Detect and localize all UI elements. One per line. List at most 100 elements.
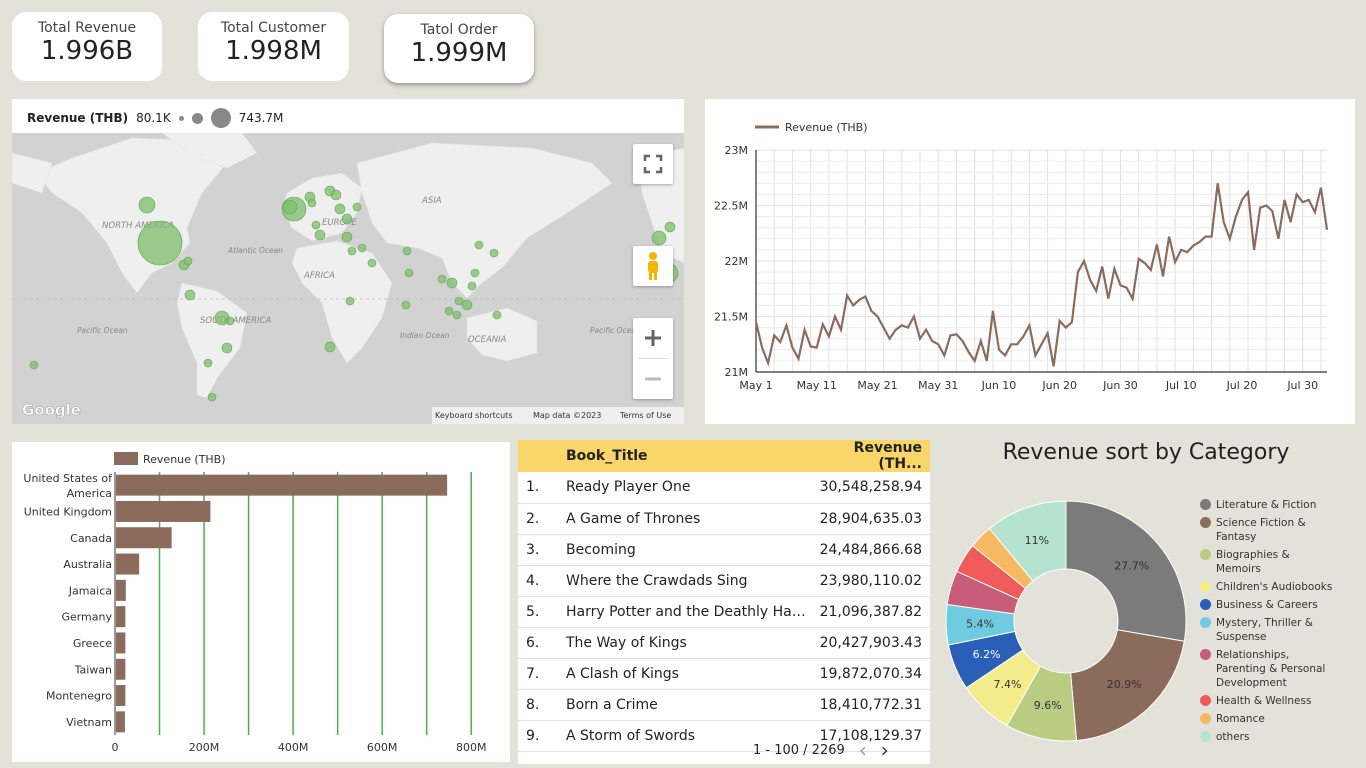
row-index: 4.	[518, 565, 566, 597]
next-page-icon[interactable]: ›	[881, 738, 889, 762]
bar	[116, 632, 126, 654]
keyboard-shortcuts-link: Keyboard shortcuts	[435, 411, 512, 420]
map-bubble	[470, 268, 480, 278]
table-row[interactable]: 3. Becoming 24,484,866.68	[518, 534, 930, 566]
kpi-total-order[interactable]: Tatol Order 1.999M	[384, 14, 534, 83]
book-title-cell: Harry Potter and the Deathly Hallo...	[566, 596, 806, 628]
table-row[interactable]: 8. Born a Crime 18,410,772.31	[518, 689, 930, 721]
donut-legend-item[interactable]: Biographies & Memoirs	[1200, 548, 1340, 576]
map-bubble	[225, 316, 235, 326]
legend-label: Relationships, Parenting & Personal Develo…	[1216, 649, 1326, 689]
donut-slice-label: 11%	[1025, 534, 1049, 547]
legend-swatch	[1200, 549, 1211, 560]
label-indian: Indian Ocean	[400, 331, 450, 340]
map-bubble	[404, 268, 414, 278]
map-bubble	[307, 198, 317, 208]
map-bubble	[367, 258, 377, 268]
table-row[interactable]: 6. The Way of Kings 20,427,903.43	[518, 627, 930, 659]
bar	[116, 685, 126, 707]
table-row[interactable]: 1. Ready Player One 30,548,258.94	[518, 472, 930, 504]
zoom-in-button[interactable]	[633, 318, 673, 358]
donut-legend-item[interactable]: Children's Audiobooks	[1200, 580, 1340, 594]
map-bubble	[446, 277, 458, 289]
revenue-line-chart-card: Revenue (THB) 23M 22.5M 22M 21.5M 21M May 1 M…	[705, 99, 1355, 424]
legend-label: Romance	[1216, 713, 1265, 725]
table-row[interactable]: 2. A Game of Thrones 28,904,635.03	[518, 503, 930, 535]
kpi-label: Tatol Order	[420, 22, 498, 38]
donut-legend-item[interactable]: Science Fiction & Fantasy	[1200, 516, 1340, 544]
fullscreen-button[interactable]	[633, 144, 673, 184]
table-row[interactable]: 4. Where the Crawdads Sing 23,980,110.02	[518, 565, 930, 597]
map-bubble	[341, 231, 353, 243]
legend-label: Health & Wellness	[1216, 695, 1312, 707]
bar	[116, 474, 448, 496]
donut-legend-item[interactable]: others	[1200, 730, 1340, 744]
header-revenue[interactable]: Revenue (TH...	[806, 440, 930, 472]
map-bubble	[651, 230, 667, 246]
legend-swatch	[1200, 517, 1211, 528]
legend-swatch	[1200, 713, 1211, 724]
legend-swatch	[1200, 581, 1211, 592]
world-map[interactable]: NORTH AMERICA EUROPE ASIA AFRICA SOUTH A…	[12, 133, 684, 424]
table-row[interactable]: 7. A Clash of Kings 19,872,070.34	[518, 658, 930, 690]
legend-dot-large	[210, 108, 231, 128]
bar-category-label: Australia	[63, 558, 112, 571]
header-book-title[interactable]: Book_Title	[566, 440, 806, 472]
donut-legend-item[interactable]: Literature & Fiction	[1200, 498, 1340, 512]
legend-label: Business & Careers	[1216, 599, 1318, 611]
zoom-control	[633, 318, 673, 399]
row-index: 8.	[518, 689, 566, 721]
zoom-out-button[interactable]	[633, 359, 673, 399]
book-title-cell: Where the Crawdads Sing	[566, 565, 806, 597]
book-title-cell: Born a Crime	[566, 689, 806, 721]
x-tick-label: Jun 20	[1041, 379, 1077, 392]
book-title-cell: Becoming	[566, 534, 806, 566]
kpi-label: Total Revenue	[37, 20, 137, 36]
bar	[116, 711, 125, 733]
donut-slice-label: 6.2%	[973, 648, 1001, 661]
donut-slice-label: 9.6%	[1034, 699, 1062, 712]
donut-legend-item[interactable]: Mystery, Thriller & Suspense	[1200, 616, 1340, 644]
legend-label: Biographies & Memoirs	[1216, 549, 1290, 575]
kpi-label: Total Customer	[220, 20, 327, 36]
bar-category-label: Greece	[73, 637, 112, 650]
row-index: 7.	[518, 658, 566, 690]
bar-legend-swatch	[114, 452, 138, 465]
legend-swatch	[1200, 599, 1211, 610]
revenue-bar-chart[interactable]: Revenue (THB) United States of America Uni…	[12, 442, 510, 762]
table-row[interactable]: 5. Harry Potter and the Deathly Hallo... 2…	[518, 596, 930, 628]
book-title-cell: A Clash of Kings	[566, 658, 806, 690]
prev-page-icon[interactable]: ‹	[859, 738, 867, 762]
map-bubble	[330, 189, 342, 201]
legend-swatch	[1200, 617, 1211, 628]
street-view-button[interactable]	[633, 246, 673, 286]
map-legend-title: Revenue (THB)	[27, 111, 129, 125]
legend-dot-medium	[191, 112, 203, 124]
x-tick-label: 0	[112, 741, 119, 754]
kpi-total-revenue: Total Revenue 1.996B	[12, 12, 162, 81]
label-asia: ASIA	[421, 196, 442, 206]
donut-legend-item[interactable]: Health & Wellness	[1200, 694, 1340, 708]
row-index: 5.	[518, 596, 566, 628]
donut-legend-item[interactable]: Relationships, Parenting & Personal Develo…	[1200, 648, 1340, 690]
revenue-cell: 21,096,387.82	[806, 596, 930, 628]
y-tick-label: 21.5M	[714, 311, 748, 324]
revenue-line-chart[interactable]: Revenue (THB) 23M 22.5M 22M 21.5M 21M May 1 M…	[705, 99, 1355, 424]
map-bubble	[401, 300, 411, 310]
x-tick-label: May 11	[797, 379, 837, 392]
donut-legend-item[interactable]: Romance	[1200, 712, 1340, 726]
map-bubble	[452, 310, 462, 320]
book-title-cell: Ready Player One	[566, 472, 806, 504]
bar-category-label: Canada	[70, 532, 112, 545]
donut-slice-label: 5.4%	[966, 618, 994, 631]
bar	[116, 658, 126, 680]
bar-category-label: United States of	[23, 472, 113, 485]
book-revenue-table: Book_Title Revenue (TH... 1. Ready Player…	[518, 440, 930, 764]
revenue-by-category-donut[interactable]: 27.7% 20.9% 9.6% 7.4% 6.2% 5.4% 11%	[940, 498, 1200, 748]
x-tick-label: Jul 20	[1226, 379, 1258, 392]
x-tick-label: 400M	[278, 741, 309, 754]
donut-legend-item[interactable]: Business & Careers	[1200, 598, 1340, 612]
label-africa: AFRICA	[303, 271, 335, 281]
revenue-map-card: Revenue (THB) 80.1K 743.7M NORTH AMERICA…	[12, 99, 684, 424]
map-bubble	[664, 221, 676, 233]
